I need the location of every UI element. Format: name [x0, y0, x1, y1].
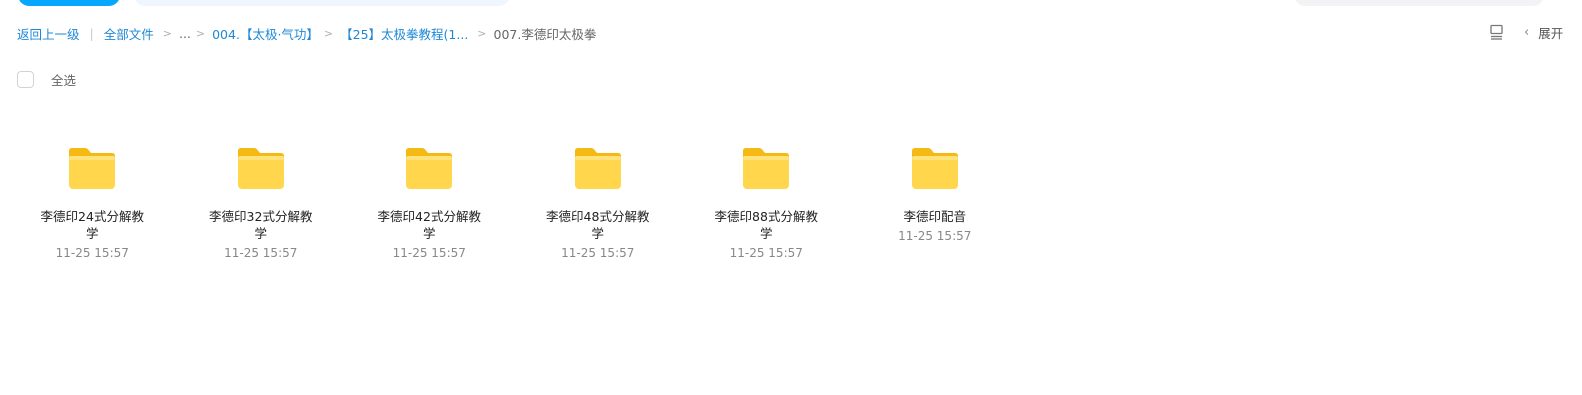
view-tools: ‹ 展开	[1488, 22, 1563, 42]
folder-icon	[743, 148, 790, 189]
folder-item[interactable]: 李德印32式分解教学 11-25 15:57	[177, 145, 346, 260]
breadcrumb-separator-icon: >	[323, 26, 334, 40]
folder-name[interactable]: 李德印88式分解教学	[710, 208, 822, 242]
folder-name[interactable]: 李德印配音	[879, 208, 991, 225]
breadcrumb-ellipsis[interactable]: ...	[179, 26, 191, 41]
search-input[interactable]	[134, 0, 510, 6]
breadcrumb-current: 007.李德印太极拳	[493, 26, 597, 42]
expand-button[interactable]: 展开	[1538, 23, 1563, 42]
breadcrumb-level-2[interactable]: 【25】太极拳教程(1...	[340, 24, 468, 43]
folder-name[interactable]: 李德印42式分解教学	[373, 208, 485, 242]
select-all-label: 全选	[51, 73, 77, 88]
folder-item[interactable]: 李德印48式分解教学 11-25 15:57	[514, 145, 683, 260]
folder-time: 11-25 15:57	[392, 246, 466, 260]
folder-name[interactable]: 李德印32式分解教学	[205, 208, 317, 242]
breadcrumb-level-1[interactable]: 004.【太极·气功】	[212, 24, 319, 43]
file-grid: 李德印24式分解教学 11-25 15:57 李德印32式分解教学 11-25 …	[8, 145, 1019, 260]
breadcrumb-separator-icon: >	[195, 26, 206, 40]
folder-time: 11-25 15:57	[729, 246, 803, 260]
upload-button[interactable]	[18, 0, 120, 6]
folder-icon	[237, 148, 284, 189]
top-bar	[0, 0, 1582, 8]
folder-time: 11-25 15:57	[898, 229, 972, 243]
chevron-left-icon[interactable]: ‹	[1524, 25, 1529, 40]
top-right-control[interactable]	[1294, 0, 1544, 6]
list-view-icon[interactable]	[1488, 23, 1506, 41]
folder-item[interactable]: 李德印88式分解教学 11-25 15:57	[682, 145, 851, 260]
breadcrumb-root[interactable]: 全部文件	[104, 24, 154, 43]
folder-name[interactable]: 李德印24式分解教学	[36, 208, 148, 242]
breadcrumb: 返回上一级 | 全部文件 > ... > 004.【太极·气功】 > 【25】太…	[17, 23, 596, 43]
folder-icon	[574, 148, 621, 189]
folder-time: 11-25 15:57	[55, 246, 129, 260]
folder-name[interactable]: 李德印48式分解教学	[542, 208, 654, 242]
select-all[interactable]: 全选	[17, 70, 76, 89]
folder-item[interactable]: 李德印24式分解教学 11-25 15:57	[8, 145, 177, 260]
folder-icon	[69, 148, 116, 189]
back-link[interactable]: 返回上一级	[17, 24, 80, 43]
folder-time: 11-25 15:57	[561, 246, 635, 260]
folder-item[interactable]: 李德印42式分解教学 11-25 15:57	[345, 145, 514, 260]
breadcrumb-separator-icon: >	[162, 26, 172, 40]
folder-icon	[406, 148, 453, 189]
breadcrumb-divider: |	[89, 25, 94, 41]
folder-time: 11-25 15:57	[224, 246, 298, 260]
folder-item[interactable]: 李德印配音 11-25 15:57	[851, 145, 1020, 260]
select-all-checkbox[interactable]	[17, 71, 34, 88]
folder-icon	[911, 148, 958, 189]
breadcrumb-separator-icon: >	[477, 26, 487, 40]
